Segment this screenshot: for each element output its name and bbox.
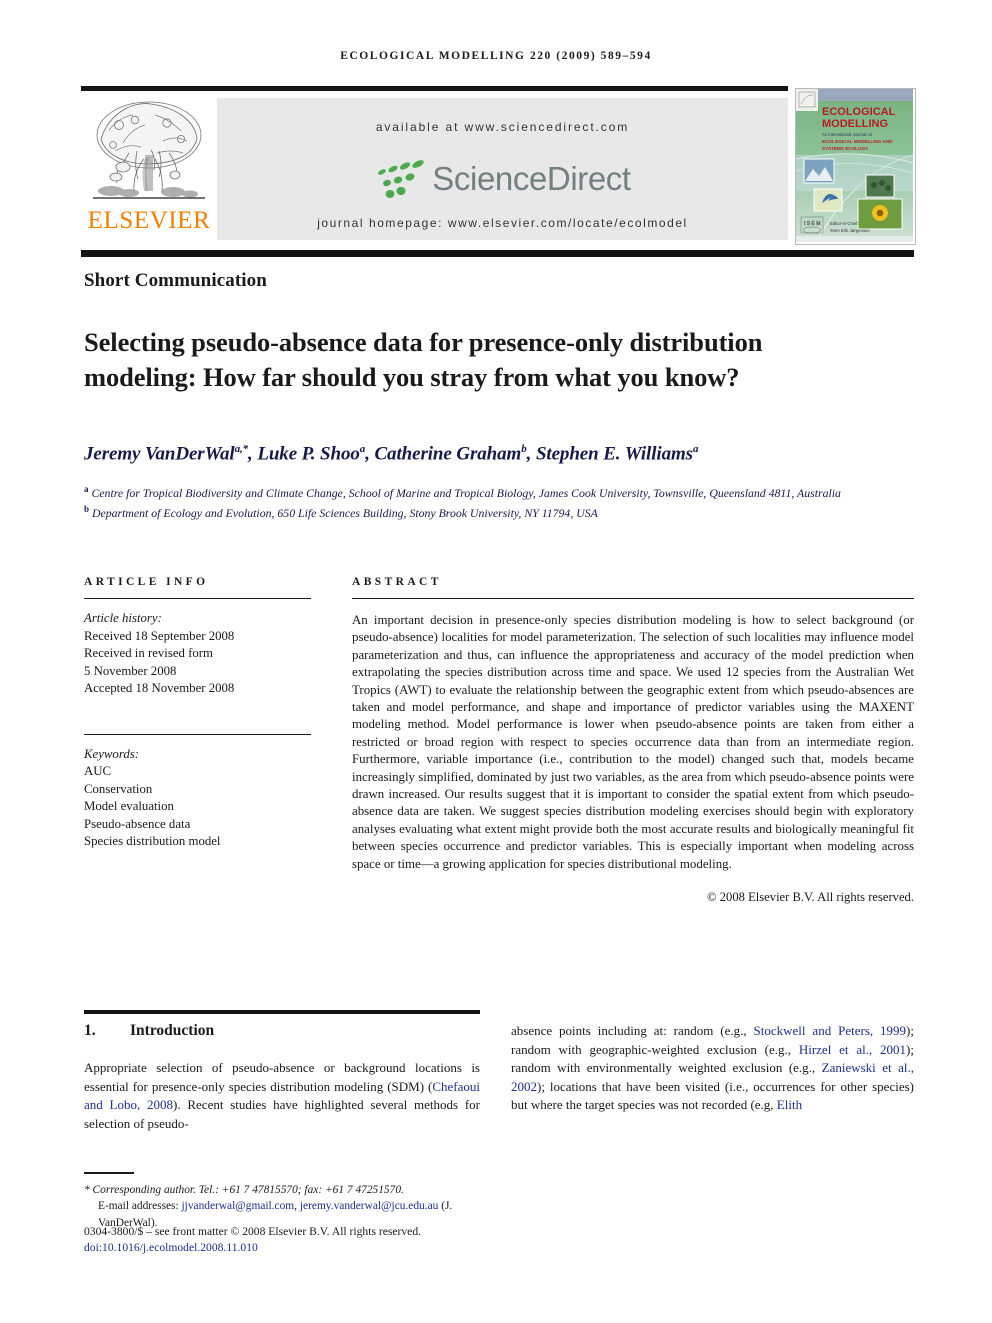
- section-title: Introduction: [130, 1022, 215, 1039]
- body-column-left: 1. Introduction Appropriate selection of …: [84, 1022, 480, 1133]
- keyword-item: AUC: [84, 764, 112, 778]
- article-first-page: ECOLOGICAL MODELLING 220 (2009) 589–594: [0, 0, 992, 1323]
- svg-text:Sven Erik Jørgensen: Sven Erik Jørgensen: [830, 228, 870, 233]
- keywords-block: Keywords: AUC Conservation Model evaluat…: [84, 746, 311, 851]
- sciencedirect-dots-icon: [378, 160, 424, 198]
- article-type-label: Short Communication: [84, 270, 267, 291]
- issn-line: 0304-3800/$ – see front matter © 2008 El…: [84, 1225, 422, 1238]
- available-at-text: available at www.sciencedirect.com: [375, 120, 630, 134]
- article-info-divider: [84, 598, 311, 599]
- page-title: Selecting pseudo-absence data for presen…: [84, 326, 763, 392]
- keywords-divider: [84, 733, 311, 735]
- elsevier-logo[interactable]: ELSEVIER: [81, 91, 217, 243]
- running-head: ECOLOGICAL MODELLING 220 (2009) 589–594: [340, 50, 652, 62]
- svg-text:MODELLING: MODELLING: [822, 118, 888, 130]
- journal-cover-thumbnail[interactable]: ECOLOGICAL MODELLING An International Jo…: [795, 88, 916, 245]
- article-info-column: ARTICLE INFO Article history: Received 1…: [84, 576, 311, 851]
- masthead-bottom-rule: [81, 250, 914, 257]
- abstract-body: An important decision in presence-only s…: [352, 612, 914, 871]
- journal-cover-image: ECOLOGICAL MODELLING An International Jo…: [796, 89, 913, 242]
- abstract-divider: [352, 598, 914, 599]
- keyword-item: Model evaluation: [84, 799, 174, 813]
- keyword-item: Species distribution model: [84, 834, 221, 848]
- elsevier-wordmark: ELSEVIER: [87, 207, 211, 234]
- sciencedirect-logo[interactable]: ScienceDirect: [217, 155, 788, 203]
- affiliation-list: a Centre for Tropical Biodiversity and C…: [84, 484, 841, 521]
- section-heading-introduction: 1. Introduction: [84, 1022, 480, 1040]
- body-column-right: absence points including at: random (e.g…: [511, 1022, 914, 1115]
- elsevier-tree-icon: [93, 101, 205, 199]
- svg-text:I S E M: I S E M: [804, 221, 820, 227]
- history-item: Accepted 18 November 2008: [84, 681, 235, 695]
- keyword-item: Pseudo-absence data: [84, 816, 191, 831]
- masthead: ELSEVIER available at www.sciencedirect.…: [81, 91, 788, 243]
- article-history-block: Article history: Received 18 September 2…: [84, 610, 311, 698]
- svg-text:SYSTEMS ECOLOGY: SYSTEMS ECOLOGY: [822, 146, 868, 151]
- article-history-label: Article history:: [84, 611, 162, 625]
- introduction-top-rule: [84, 1010, 480, 1014]
- doi-link[interactable]: doi:10.1016/j.ecolmodel.2008.11.010: [84, 1240, 584, 1256]
- keywords-label: Keywords:: [84, 746, 139, 761]
- article-info-heading: ARTICLE INFO: [84, 576, 209, 588]
- keyword-item: Conservation: [84, 781, 153, 796]
- introduction-paragraph-left: Appropriate selection of pseudo-absence …: [84, 1060, 480, 1131]
- introduction-paragraph-right: absence points including at: random (e.g…: [511, 1023, 914, 1113]
- footnote-divider: [84, 1172, 134, 1174]
- abstract-heading: ABSTRACT: [352, 576, 442, 588]
- section-number: 1.: [84, 1022, 96, 1039]
- abstract-column: ABSTRACT An important decision in presen…: [352, 576, 914, 905]
- history-item: Received in revised form: [84, 646, 213, 660]
- svg-text:ECOLOGICAL MODELLING AND: ECOLOGICAL MODELLING AND: [822, 139, 893, 144]
- sciencedirect-band: available at www.sciencedirect.com Scien…: [217, 98, 788, 240]
- sciencedirect-wordmark: ScienceDirect: [432, 160, 631, 197]
- author-list: Jeremy VanDerWala,*, Luke P. Shooa, Cath…: [84, 443, 699, 465]
- issn-copyright-block: 0304-3800/$ – see front matter © 2008 El…: [84, 1224, 584, 1256]
- corresponding-author-note: * Corresponding author. Tel.: +61 7 4781…: [84, 1184, 404, 1196]
- history-item: 5 November 2008: [84, 663, 177, 678]
- svg-text:ECOLOGICAL: ECOLOGICAL: [822, 106, 896, 118]
- journal-homepage-text: journal homepage: www.elsevier.com/locat…: [317, 216, 688, 230]
- copyright-line: © 2008 Elsevier B.V. All rights reserved…: [707, 889, 914, 904]
- svg-text:An International Journal on: An International Journal on: [822, 132, 873, 137]
- history-item: Received 18 September 2008: [84, 628, 235, 643]
- svg-text:Editor-in-Chief:: Editor-in-Chief:: [830, 221, 859, 226]
